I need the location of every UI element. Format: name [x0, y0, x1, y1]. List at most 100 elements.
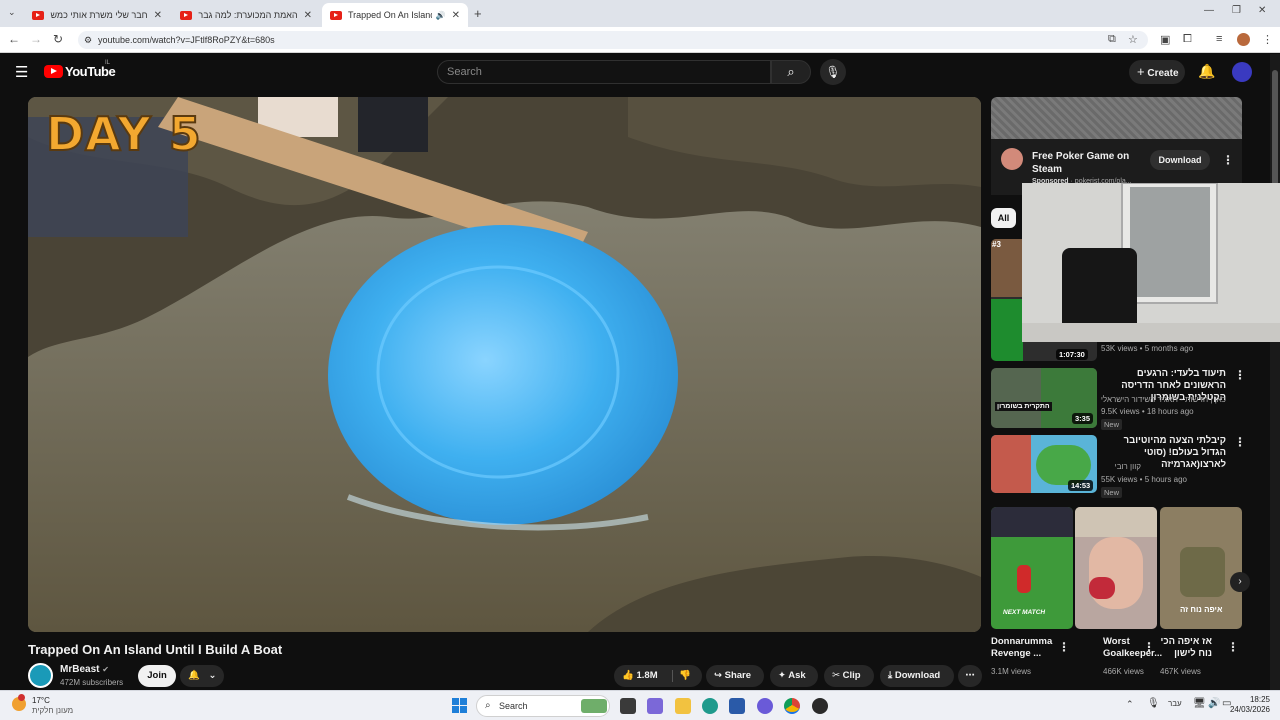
like-button[interactable]: 👍 1.8M: [622, 670, 658, 681]
clock-date[interactable]: 24/03/2026: [1224, 705, 1270, 714]
video-title: Trapped On An Island Until I Build A Boa…: [28, 642, 283, 657]
ad-download-button[interactable]: Download: [1150, 150, 1210, 170]
short-1-thumbnail[interactable]: NEXT MATCH: [991, 507, 1073, 629]
clock-time[interactable]: 18:25: [1238, 695, 1270, 704]
hamburger-menu-icon[interactable]: ☰: [15, 63, 28, 81]
close-tab-icon[interactable]: ✕: [446, 10, 460, 21]
window-close-icon[interactable]: ✕: [1258, 5, 1266, 16]
rec-3-more-icon[interactable]: ⋮: [1234, 435, 1246, 449]
download-icon: ⤓: [888, 670, 893, 681]
close-tab-icon[interactable]: ✕: [298, 10, 312, 21]
video-player[interactable]: DAY 5: [28, 97, 981, 632]
account-avatar[interactable]: [1232, 62, 1252, 82]
puzzle-extensions-icon[interactable]: ⧠: [1183, 33, 1192, 46]
short-3-thumbnail[interactable]: איפה נוח זה: [1160, 507, 1242, 629]
ask-label: Ask: [788, 670, 806, 681]
sparkle-icon: ✦: [778, 670, 786, 681]
profile-avatar-icon[interactable]: [1237, 33, 1250, 46]
windows-taskbar: 17°C מעונן חלקית ⌕ Search ⌃ 🎙 עבר 🖥 🔊 ▭ …: [0, 690, 1280, 720]
tab-2-title: האמת המכוערת: למה גברים מ: [198, 10, 298, 20]
short-1-title[interactable]: Donnarumma Revenge ...: [991, 636, 1053, 660]
weather-desc: מעונן חלקית: [32, 706, 74, 715]
discord-icon[interactable]: [757, 698, 773, 714]
thumbs-down-icon[interactable]: 👎: [679, 665, 691, 687]
filter-chip-all[interactable]: All: [991, 208, 1016, 228]
tray-mic-icon[interactable]: 🎙: [1147, 698, 1160, 709]
store-icon[interactable]: [729, 698, 745, 714]
bookmark-star-icon[interactable]: ☆: [1128, 33, 1138, 46]
short-3-views: 467K views: [1160, 667, 1201, 676]
reload-icon[interactable]: ↻: [50, 32, 66, 46]
chrome-icon[interactable]: [784, 698, 800, 714]
channel-name-row[interactable]: MrBeast ✔: [60, 664, 109, 675]
close-tab-icon[interactable]: ✕: [148, 10, 162, 21]
youtube-favicon-icon: [330, 10, 342, 20]
restore-icon[interactable]: ❐: [1232, 5, 1241, 16]
extension-icon[interactable]: ▣: [1160, 33, 1170, 46]
channel-avatar[interactable]: [28, 663, 53, 688]
voice-search-button[interactable]: 🎙: [820, 59, 846, 85]
rec-3-channel[interactable]: קוון רובי: [1101, 462, 1141, 471]
search-input[interactable]: Search: [437, 60, 771, 84]
short-2-more-icon[interactable]: ⋮: [1143, 640, 1155, 654]
task-view-icon[interactable]: [620, 698, 636, 714]
download-button[interactable]: ⤓ Download: [880, 665, 954, 687]
page-scrollbar[interactable]: [1270, 54, 1280, 690]
clip-button[interactable]: ✂ Clip: [824, 665, 874, 687]
minimize-icon[interactable]: —: [1204, 5, 1214, 16]
more-actions-button[interactable]: ⋯: [958, 665, 982, 687]
short-2-title[interactable]: Worst Goalkeeper...: [1103, 636, 1165, 660]
tab-list-icon[interactable]: ⌄: [8, 7, 16, 18]
windows-start-icon[interactable]: [452, 698, 467, 713]
ad-banner-image[interactable]: [991, 97, 1242, 139]
teams-icon[interactable]: [647, 698, 663, 714]
ad-more-icon[interactable]: ⋮: [1222, 153, 1234, 167]
subscribed-notify-button[interactable]: 🔔 ⌄: [180, 665, 224, 687]
volume-icon[interactable]: 🔊: [1208, 698, 1220, 709]
network-icon[interactable]: 🖥: [1193, 698, 1206, 709]
rec-3-duration: 14:53: [1068, 480, 1094, 491]
youtube-favicon-icon: [32, 10, 44, 20]
search-button[interactable]: ⌕: [771, 60, 811, 84]
create-label: Create: [1147, 68, 1179, 79]
join-button[interactable]: Join: [138, 665, 176, 687]
weather-temp[interactable]: 17°C: [32, 696, 50, 705]
input-language[interactable]: עבר: [1168, 699, 1182, 708]
tab-3-active[interactable]: Trapped On An Island Until 🔊 ✕: [322, 3, 468, 27]
media-control-icon[interactable]: ≡: [1216, 33, 1222, 45]
forward-icon[interactable]: →: [28, 32, 44, 46]
taskbar-search-box[interactable]: ⌕ Search: [476, 695, 610, 717]
new-tab-icon[interactable]: +: [474, 6, 482, 21]
rec-2-channel[interactable]: כאן | חדשות - תאגיד השידור הישראלי: [1101, 395, 1226, 404]
notifications-bell-icon[interactable]: 🔔: [1198, 63, 1215, 80]
address-field[interactable]: ⚙ youtube.com/watch?v=JFtlf8RoPZY&t=680s: [78, 31, 1148, 49]
short-1-more-icon[interactable]: ⋮: [1058, 640, 1070, 654]
tab-1[interactable]: חבר שלי משרת אותי כמשך יום ✕: [24, 3, 170, 27]
ad-avatar[interactable]: [1001, 148, 1023, 170]
rec-2-more-icon[interactable]: ⋮: [1234, 368, 1246, 382]
audio-playing-icon[interactable]: 🔊: [436, 11, 446, 20]
edge-icon[interactable]: [702, 698, 718, 714]
ask-button[interactable]: ✦ Ask: [770, 665, 818, 687]
channel-name[interactable]: MrBeast: [60, 664, 99, 675]
file-explorer-icon[interactable]: [675, 698, 691, 714]
tab-2[interactable]: האמת המכוערת: למה גברים מ ✕: [172, 3, 320, 27]
youtube-play-logo-icon: [44, 65, 63, 78]
ad-title[interactable]: Free Poker Game on Steam: [1032, 150, 1148, 176]
more-horizontal-icon: ⋯: [965, 670, 975, 681]
recorder-icon[interactable]: [812, 698, 828, 714]
video-frame: [28, 97, 981, 632]
chrome-menu-icon[interactable]: ⋮: [1262, 33, 1273, 46]
back-icon[interactable]: ←: [6, 32, 22, 46]
short-3-more-icon[interactable]: ⋮: [1227, 640, 1239, 654]
site-info-icon[interactable]: ⚙: [84, 31, 92, 49]
short-3-title[interactable]: אז איפה הכי נוח לישון: [1160, 636, 1212, 660]
share-label: Share: [724, 670, 752, 681]
short-2-thumbnail[interactable]: [1075, 507, 1157, 629]
share-button[interactable]: ↪ Share: [706, 665, 764, 687]
shorts-next-button[interactable]: ›: [1230, 572, 1250, 592]
install-app-icon[interactable]: ⧉: [1108, 33, 1116, 46]
create-button[interactable]: + Create: [1129, 60, 1185, 84]
webcam-overlay: [1022, 182, 1280, 342]
tray-overflow-icon[interactable]: ⌃: [1126, 699, 1134, 710]
